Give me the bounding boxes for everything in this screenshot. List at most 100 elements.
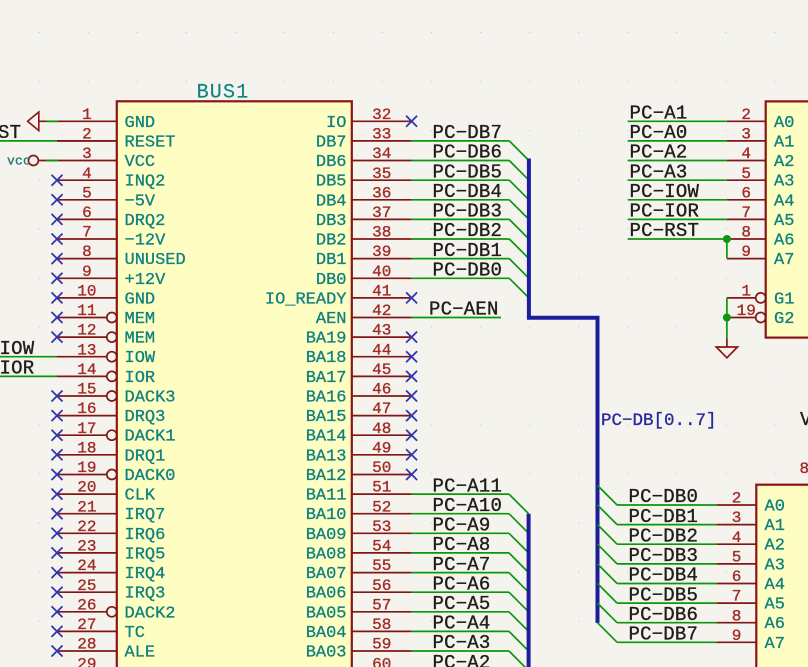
svg-text:2: 2 [732,490,742,508]
svg-text:54: 54 [372,538,391,556]
svg-text:DACK2: DACK2 [125,604,176,623]
svg-text:A3: A3 [774,173,794,192]
svg-text:MEM: MEM [125,330,156,349]
svg-text:42: 42 [372,302,391,320]
svg-text:4: 4 [732,529,742,547]
svg-text:BA08: BA08 [306,545,347,564]
svg-text:BA06: BA06 [306,585,347,604]
svg-text:24: 24 [77,557,96,575]
svg-text:4: 4 [82,165,92,183]
svg-text:33: 33 [372,126,391,144]
svg-text:BA07: BA07 [306,565,347,584]
svg-text:19: 19 [737,302,756,320]
svg-text:58: 58 [372,616,391,634]
svg-text:IRQ5: IRQ5 [125,545,166,564]
svg-text:BA19: BA19 [306,330,347,349]
svg-text:PC−A8: PC−A8 [433,534,491,556]
svg-text:BA17: BA17 [306,369,347,388]
svg-text:A1: A1 [765,517,785,536]
svg-text:14: 14 [77,361,96,379]
svg-text:7: 7 [82,224,92,242]
svg-text:BA09: BA09 [306,526,347,545]
svg-text:IRQ3: IRQ3 [125,585,166,604]
svg-text:20: 20 [77,479,96,497]
svg-text:PC−DB2: PC−DB2 [629,525,699,547]
svg-text:BA16: BA16 [306,389,347,408]
svg-text:21: 21 [77,498,96,516]
svg-text:8: 8 [732,607,742,625]
svg-text:INQ2: INQ2 [125,173,166,192]
svg-text:45: 45 [372,361,391,379]
svg-text:3: 3 [732,509,742,527]
svg-text:9: 9 [732,627,742,645]
svg-text:15: 15 [77,381,96,399]
svg-text:49: 49 [372,439,391,457]
svg-text:47: 47 [372,400,391,418]
svg-text:59: 59 [372,636,391,654]
svg-text:A2: A2 [765,537,785,556]
svg-text:A7: A7 [774,251,794,270]
svg-text:RESET: RESET [125,133,176,152]
svg-text:DB7: DB7 [316,133,347,152]
svg-text:DRQ3: DRQ3 [125,408,166,427]
svg-text:PC−DB6: PC−DB6 [433,142,503,164]
svg-text:22: 22 [77,518,96,536]
svg-text:10: 10 [77,283,96,301]
svg-text:4: 4 [741,145,751,163]
svg-text:A7: A7 [765,635,785,654]
svg-text:BA18: BA18 [306,349,347,368]
svg-text:DB1: DB1 [316,251,347,270]
svg-text:GND: GND [125,114,156,133]
svg-text:BA04: BA04 [306,624,347,643]
svg-text:BA11: BA11 [306,487,347,506]
svg-text:5: 5 [741,165,751,183]
svg-text:A5: A5 [774,212,794,231]
svg-text:8: 8 [741,224,751,242]
svg-text:9: 9 [82,263,92,281]
svg-text:DB3: DB3 [316,212,347,231]
svg-text:35: 35 [372,165,391,183]
svg-text:A3: A3 [765,556,785,575]
svg-text:PC−AEN: PC−AEN [429,299,499,321]
svg-text:PC−DB[0..7]: PC−DB[0..7] [601,411,717,431]
svg-text:DACK3: DACK3 [125,389,176,408]
svg-text:TC: TC [125,624,145,643]
svg-text:PC−DB7: PC−DB7 [629,624,699,646]
svg-text:46: 46 [372,381,391,399]
svg-text:G2: G2 [774,310,794,329]
svg-text:BUS1: BUS1 [197,82,250,105]
svg-text:DB5: DB5 [316,173,347,192]
svg-text:UNUSED: UNUSED [125,251,186,270]
svg-text:DACK1: DACK1 [125,428,176,447]
svg-text:ALE: ALE [125,644,156,663]
svg-text:48: 48 [372,420,391,438]
svg-text:3: 3 [741,126,751,144]
svg-text:13: 13 [77,341,96,359]
svg-text:PC−A3: PC−A3 [433,632,491,654]
svg-text:BA15: BA15 [306,408,347,427]
svg-text:CLK: CLK [125,487,156,506]
svg-text:IOR: IOR [0,358,34,380]
svg-text:A4: A4 [774,192,794,211]
svg-text:52: 52 [372,498,391,516]
svg-text:1: 1 [741,283,751,301]
svg-text:39: 39 [372,243,391,261]
svg-text:GND: GND [125,290,156,309]
svg-text:DRQ2: DRQ2 [125,212,166,231]
svg-text:BA03: BA03 [306,644,347,663]
svg-text:A6: A6 [774,232,794,251]
svg-text:6: 6 [741,184,751,202]
svg-text:BA05: BA05 [306,604,347,623]
svg-text:26: 26 [77,596,96,614]
svg-text:PC−A2: PC−A2 [630,142,688,164]
svg-text:PC−RST: PC−RST [630,220,700,242]
svg-text:6: 6 [82,204,92,222]
svg-text:G1: G1 [774,290,794,309]
svg-text:23: 23 [77,538,96,556]
svg-text:32: 32 [372,106,391,124]
svg-text:A0: A0 [774,114,794,133]
svg-text:VCC: VCC [125,153,156,172]
svg-text:A6: A6 [765,615,785,634]
svg-text:−5V: −5V [125,192,156,211]
svg-text:ST: ST [0,122,21,144]
